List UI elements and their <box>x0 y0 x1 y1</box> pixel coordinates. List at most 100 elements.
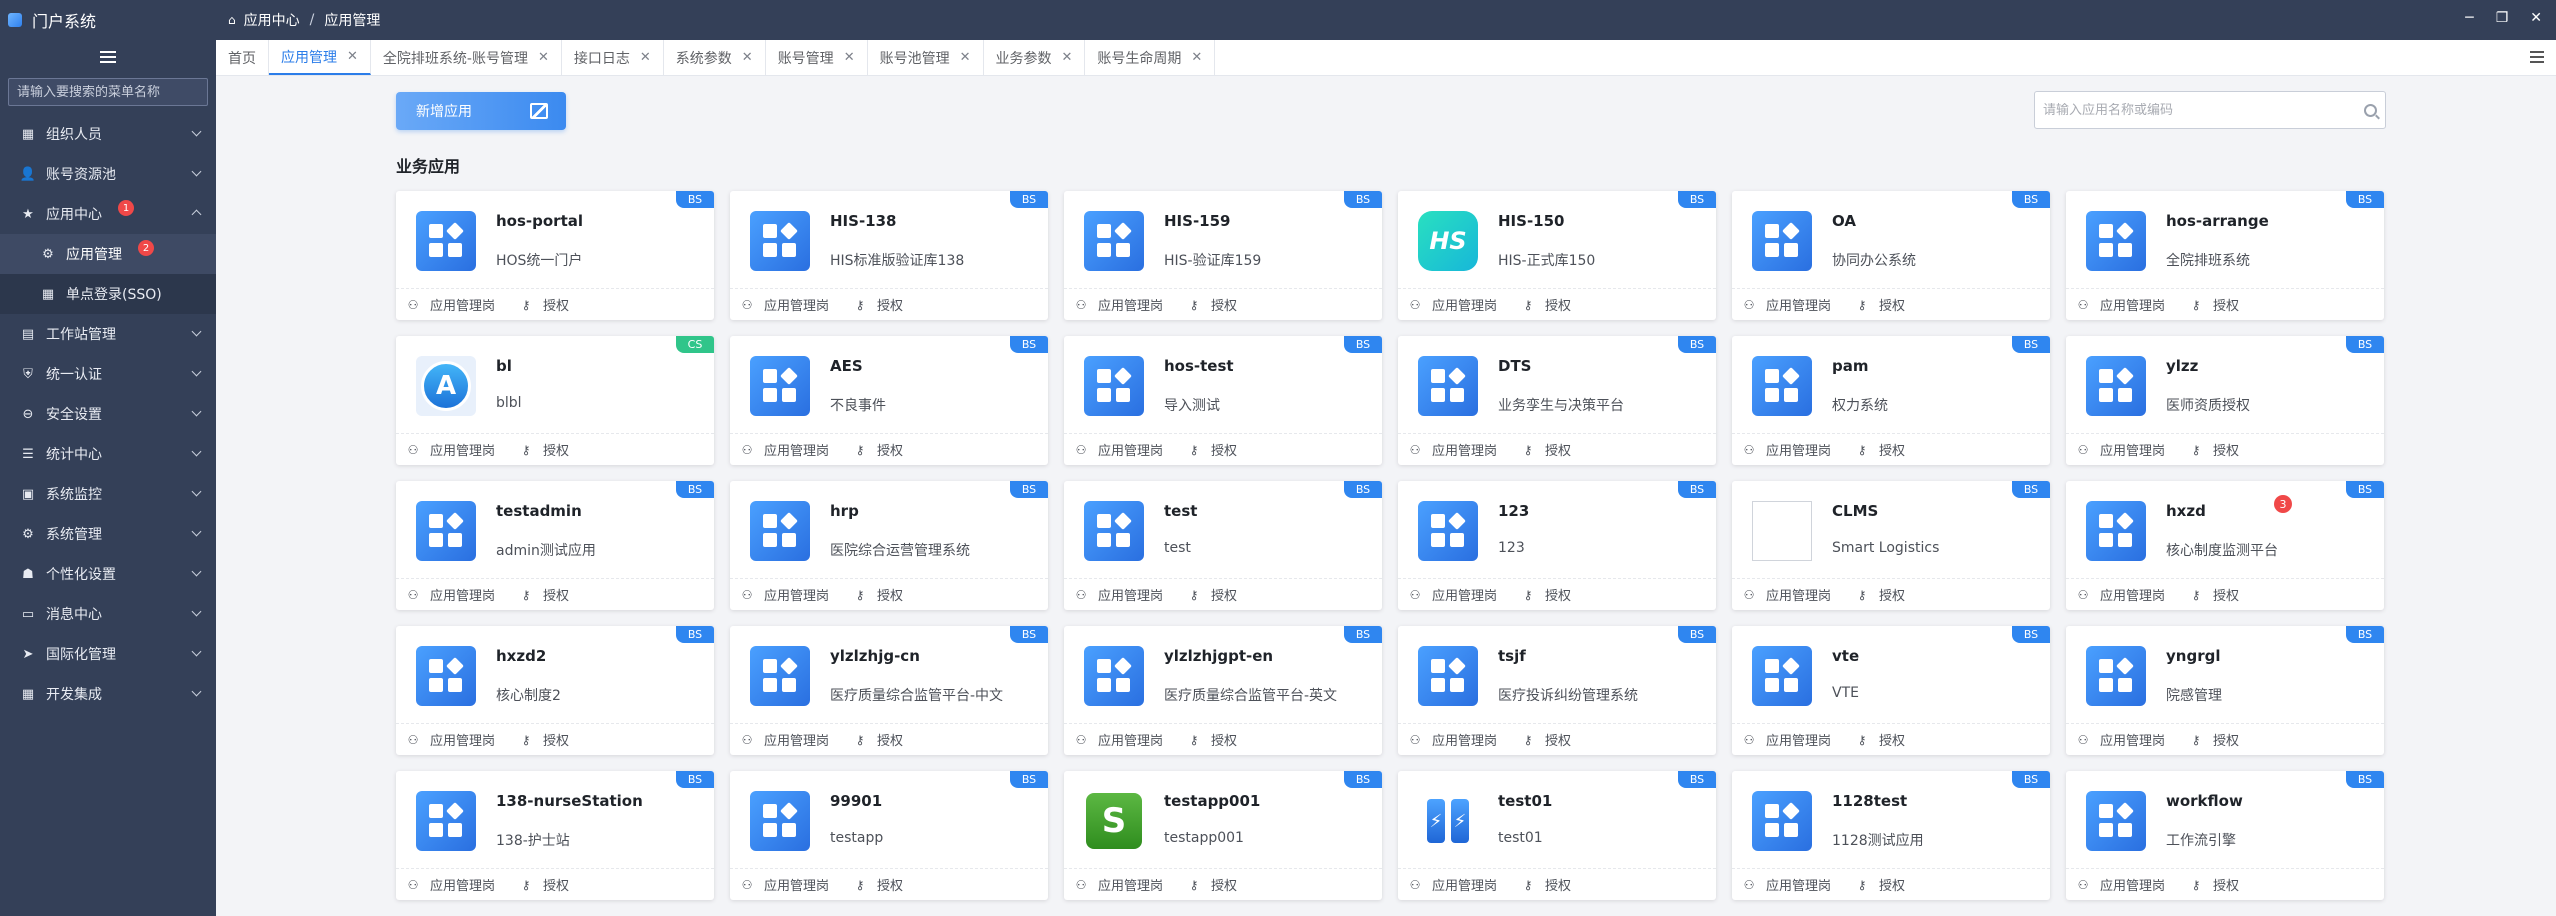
authorize-button[interactable]: ⚷ 授权 <box>2189 730 2239 750</box>
app-card[interactable]: HIS-138 HIS标准版验证库138 BS ⚇ 应用管理岗 ⚷ 授权 <box>730 191 1048 320</box>
sidebar-item[interactable]: ★ 应用中心 1 <box>0 194 216 234</box>
manage-role-button[interactable]: ⚇ 应用管理岗 <box>740 730 829 750</box>
manage-role-button[interactable]: ⚇ 应用管理岗 <box>406 585 495 605</box>
tab[interactable]: 账号管理 ✕ <box>766 40 868 75</box>
app-card[interactable]: ylzlzhjgpt-en 医疗质量综合监管平台-英文 BS ⚇ 应用管理岗 ⚷ 授权 <box>1064 626 1382 755</box>
app-card[interactable]: ylzz 医师资质授权 BS ⚇ 应用管理岗 ⚷ 授权 <box>2066 336 2384 465</box>
authorize-button[interactable]: ⚷ 授权 <box>519 875 569 895</box>
authorize-button[interactable]: ⚷ 授权 <box>2189 295 2239 315</box>
sidebar-subitem[interactable]: ⚙ 应用管理 2 <box>0 234 216 274</box>
app-card[interactable]: 123 123 BS ⚇ 应用管理岗 ⚷ 授权 <box>1398 481 1716 610</box>
authorize-button[interactable]: ⚷ 授权 <box>519 730 569 750</box>
manage-role-button[interactable]: ⚇ 应用管理岗 <box>1408 875 1497 895</box>
tab[interactable]: 账号生命周期 ✕ <box>1085 40 1216 75</box>
app-card[interactable]: test test BS ⚇ 应用管理岗 ⚷ 授权 <box>1064 481 1382 610</box>
sidebar-item[interactable]: ⊖ 安全设置 <box>0 394 216 434</box>
manage-role-button[interactable]: ⚇ 应用管理岗 <box>740 875 829 895</box>
app-card[interactable]: hxzd2 核心制度2 BS ⚇ 应用管理岗 ⚷ 授权 <box>396 626 714 755</box>
tab[interactable]: 系统参数 ✕ <box>664 40 766 75</box>
sidebar-item[interactable]: ☗ 个性化设置 <box>0 554 216 594</box>
tab[interactable]: 接口日志 ✕ <box>562 40 664 75</box>
add-app-button[interactable]: 新增应用 <box>396 92 566 130</box>
app-card[interactable]: tsjf 医疗投诉纠纷管理系统 BS ⚇ 应用管理岗 ⚷ 授权 <box>1398 626 1716 755</box>
authorize-button[interactable]: ⚷ 授权 <box>1855 295 1905 315</box>
app-card[interactable]: hrp 医院综合运营管理系统 BS ⚇ 应用管理岗 ⚷ 授权 <box>730 481 1048 610</box>
authorize-button[interactable]: ⚷ 授权 <box>519 295 569 315</box>
sidebar-subitem[interactable]: ▦ 单点登录(SSO) <box>0 274 216 314</box>
sidebar-collapse-button[interactable] <box>0 40 216 74</box>
authorize-button[interactable]: ⚷ 授权 <box>853 875 903 895</box>
authorize-button[interactable]: ⚷ 授权 <box>853 585 903 605</box>
sidebar-item[interactable]: ▤ 工作站管理 <box>0 314 216 354</box>
tab-close-icon[interactable]: ✕ <box>742 50 753 65</box>
authorize-button[interactable]: ⚷ 授权 <box>853 730 903 750</box>
authorize-button[interactable]: ⚷ 授权 <box>1521 440 1571 460</box>
app-card[interactable]: 99901 testapp BS ⚇ 应用管理岗 ⚷ 授权 <box>730 771 1048 900</box>
app-card[interactable]: 1128test 1128测试应用 BS ⚇ 应用管理岗 ⚷ 授权 <box>1732 771 2050 900</box>
app-card[interactable]: HIS-159 HIS-验证库159 BS ⚇ 应用管理岗 ⚷ 授权 <box>1064 191 1382 320</box>
authorize-button[interactable]: ⚷ 授权 <box>1855 585 1905 605</box>
manage-role-button[interactable]: ⚇ 应用管理岗 <box>1408 585 1497 605</box>
app-card[interactable]: workflow 工作流引擎 BS ⚇ 应用管理岗 ⚷ 授权 <box>2066 771 2384 900</box>
tab[interactable]: 账号池管理 ✕ <box>868 40 984 75</box>
manage-role-button[interactable]: ⚇ 应用管理岗 <box>740 585 829 605</box>
close-icon[interactable]: ✕ <box>2530 10 2542 26</box>
search-icon[interactable] <box>2364 103 2377 117</box>
authorize-button[interactable]: ⚷ 授权 <box>853 295 903 315</box>
tab-close-icon[interactable]: ✕ <box>844 50 855 65</box>
authorize-button[interactable]: ⚷ 授权 <box>1521 295 1571 315</box>
tab-close-icon[interactable]: ✕ <box>1062 50 1073 65</box>
authorize-button[interactable]: ⚷ 授权 <box>1187 295 1237 315</box>
manage-role-button[interactable]: ⚇ 应用管理岗 <box>1742 730 1831 750</box>
app-card[interactable]: hos-arrange 全院排班系统 BS ⚇ 应用管理岗 ⚷ 授权 <box>2066 191 2384 320</box>
tab-close-icon[interactable]: ✕ <box>1191 50 1202 65</box>
tab-close-icon[interactable]: ✕ <box>640 50 651 65</box>
authorize-button[interactable]: ⚷ 授权 <box>1187 440 1237 460</box>
app-card[interactable]: hxzd 核心制度监测平台 BS 3 ⚇ 应用管理岗 ⚷ 授权 <box>2066 481 2384 610</box>
authorize-button[interactable]: ⚷ 授权 <box>1855 730 1905 750</box>
sidebar-item[interactable]: ▦ 开发集成 <box>0 674 216 714</box>
authorize-button[interactable]: ⚷ 授权 <box>1187 730 1237 750</box>
app-card[interactable]: 138-nurseStation 138-护士站 BS ⚇ 应用管理岗 ⚷ 授权 <box>396 771 714 900</box>
manage-role-button[interactable]: ⚇ 应用管理岗 <box>2076 730 2165 750</box>
app-card[interactable]: AES 不良事件 BS ⚇ 应用管理岗 ⚷ 授权 <box>730 336 1048 465</box>
authorize-button[interactable]: ⚷ 授权 <box>2189 440 2239 460</box>
app-card[interactable]: ylzlzhjg-cn 医疗质量综合监管平台-中文 BS ⚇ 应用管理岗 ⚷ 授权 <box>730 626 1048 755</box>
manage-role-button[interactable]: ⚇ 应用管理岗 <box>2076 440 2165 460</box>
tabs-menu-icon[interactable] <box>2530 51 2544 63</box>
authorize-button[interactable]: ⚷ 授权 <box>1521 875 1571 895</box>
manage-role-button[interactable]: ⚇ 应用管理岗 <box>1742 585 1831 605</box>
app-card[interactable]: Stestapp001 testapp001 BS ⚇ 应用管理岗 ⚷ 授权 <box>1064 771 1382 900</box>
manage-role-button[interactable]: ⚇ 应用管理岗 <box>2076 585 2165 605</box>
authorize-button[interactable]: ⚷ 授权 <box>853 440 903 460</box>
tab-close-icon[interactable]: ✕ <box>538 50 549 65</box>
authorize-button[interactable]: ⚷ 授权 <box>1187 875 1237 895</box>
authorize-button[interactable]: ⚷ 授权 <box>2189 585 2239 605</box>
manage-role-button[interactable]: ⚇ 应用管理岗 <box>406 730 495 750</box>
manage-role-button[interactable]: ⚇ 应用管理岗 <box>2076 295 2165 315</box>
manage-role-button[interactable]: ⚇ 应用管理岗 <box>1074 295 1163 315</box>
restore-icon[interactable]: ❐ <box>2496 10 2509 26</box>
manage-role-button[interactable]: ⚇ 应用管理岗 <box>1074 875 1163 895</box>
manage-role-button[interactable]: ⚇ 应用管理岗 <box>406 875 495 895</box>
app-card[interactable]: CLMS Smart Logistics BS ⚇ 应用管理岗 ⚷ 授权 <box>1732 481 2050 610</box>
sidebar-item[interactable]: ⛨ 统一认证 <box>0 354 216 394</box>
minimize-icon[interactable]: ─ <box>2465 10 2473 26</box>
sidebar-item[interactable]: 👤 账号资源池 <box>0 154 216 194</box>
authorize-button[interactable]: ⚷ 授权 <box>2189 875 2239 895</box>
manage-role-button[interactable]: ⚇ 应用管理岗 <box>1408 440 1497 460</box>
app-search-input[interactable] <box>2043 102 2364 118</box>
manage-role-button[interactable]: ⚇ 应用管理岗 <box>1742 875 1831 895</box>
tab[interactable]: 全院排班系统-账号管理 ✕ <box>371 40 562 75</box>
app-card[interactable]: HS HIS-150 HIS-正式库150 BS ⚇ 应用管理岗 ⚷ 授权 <box>1398 191 1716 320</box>
manage-role-button[interactable]: ⚇ 应用管理岗 <box>1742 295 1831 315</box>
manage-role-button[interactable]: ⚇ 应用管理岗 <box>740 295 829 315</box>
breadcrumb-item[interactable]: 应用中心 <box>244 10 300 30</box>
sidebar-item[interactable]: ▣ 系统监控 <box>0 474 216 514</box>
authorize-button[interactable]: ⚷ 授权 <box>519 585 569 605</box>
app-card[interactable]: Abl blbl CS ⚇ 应用管理岗 ⚷ 授权 <box>396 336 714 465</box>
app-card[interactable]: testadmin admin测试应用 BS ⚇ 应用管理岗 ⚷ 授权 <box>396 481 714 610</box>
manage-role-button[interactable]: ⚇ 应用管理岗 <box>740 440 829 460</box>
tab[interactable]: 应用管理 ✕ <box>269 40 371 75</box>
sidebar-item[interactable]: ▦ 组织人员 <box>0 114 216 154</box>
